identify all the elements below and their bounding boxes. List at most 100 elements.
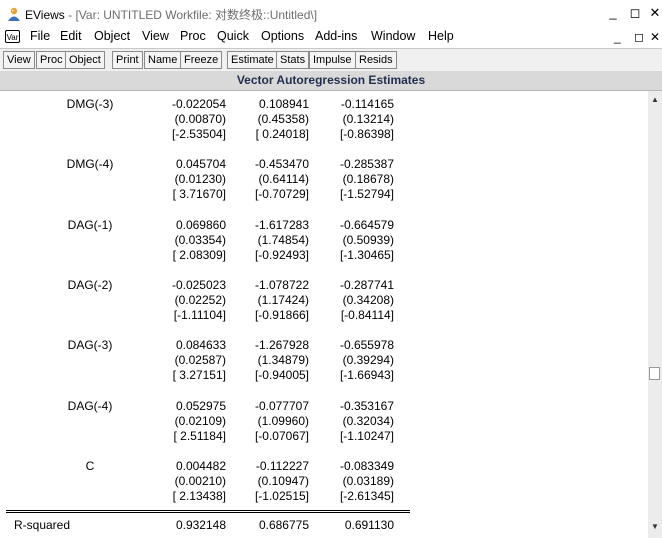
t-statistic: [-0.84114]: [340, 308, 394, 322]
standard-error: (0.02587): [174, 353, 226, 367]
minimize-button[interactable]: _: [604, 4, 622, 22]
standard-error: (0.39294): [342, 353, 394, 367]
stat-label-r-squared: R-squared: [14, 518, 71, 532]
menu-edit[interactable]: Edit: [60, 29, 82, 43]
title-bar: EViews - [Var: UNTITLED Workfile: 对数终极::…: [0, 0, 662, 28]
variable-name: DAG(-4): [67, 399, 113, 413]
table-row: DAG(-3) 0.084633 -1.267928 -0.655978 (0.…: [0, 338, 648, 398]
standard-error: (0.10947): [257, 474, 309, 488]
app-name: EViews: [25, 8, 65, 22]
t-statistic: [ 2.51184]: [173, 429, 227, 443]
standard-error: (1.17424): [257, 293, 309, 307]
coefficient: -0.664579: [339, 218, 394, 232]
toolbar-proc-button[interactable]: Proc: [36, 51, 67, 69]
t-statistic: [ 0.24018]: [255, 127, 309, 141]
toolbar-impulse-button[interactable]: Impulse: [309, 51, 356, 69]
menu-add-ins[interactable]: Add-ins: [315, 29, 357, 43]
coefficient: -0.285387: [339, 157, 394, 171]
variable-name: DAG(-1): [67, 218, 113, 232]
menu-view[interactable]: View: [142, 29, 169, 43]
coefficient: -1.617283: [254, 218, 309, 232]
coefficient: -1.078722: [254, 278, 309, 292]
standard-error: (0.18678): [342, 172, 394, 186]
variable-name: DAG(-2): [67, 278, 113, 292]
toolbar-estimate-button[interactable]: Estimate: [227, 51, 278, 69]
coefficient: -0.655978: [339, 338, 394, 352]
toolbar-freeze-button[interactable]: Freeze: [180, 51, 223, 69]
t-statistic: [-1.52794]: [339, 187, 394, 201]
standard-error: (0.02109): [174, 414, 226, 428]
coefficient: 0.084633: [175, 338, 226, 352]
t-statistic: [-0.91866]: [254, 308, 309, 322]
coefficient: -0.112227: [255, 459, 309, 473]
standard-error: (0.00210): [174, 474, 226, 488]
table-row: DMG(-3) -0.022054 0.108941 -0.114165 (0.…: [0, 97, 648, 157]
t-statistic: [-1.11104]: [173, 308, 226, 322]
toolbar-object-button[interactable]: Object: [65, 51, 105, 69]
output-title: Vector Autoregression Estimates: [236, 73, 426, 87]
table-row: DAG(-1) 0.069860 -1.617283 -0.664579 (0.…: [0, 218, 648, 278]
coefficient: 0.052975: [175, 399, 226, 413]
vertical-scrollbar[interactable]: ▲ ▼: [648, 91, 662, 538]
child-minimize-button[interactable]: _: [614, 30, 621, 44]
t-statistic: [-0.92493]: [254, 248, 309, 262]
table-separator: [6, 510, 410, 511]
scroll-down-arrow-icon[interactable]: ▼: [648, 520, 662, 534]
close-button[interactable]: ✕: [646, 4, 662, 22]
t-statistic: [-1.10247]: [339, 429, 394, 443]
menu-object[interactable]: Object: [94, 29, 130, 43]
scroll-up-arrow-icon[interactable]: ▲: [648, 93, 662, 107]
coefficient: -0.287741: [339, 278, 394, 292]
menu-file[interactable]: File: [30, 29, 50, 43]
coefficient: 0.045704: [175, 157, 226, 171]
standard-error: (0.03189): [342, 474, 394, 488]
child-restore-button[interactable]: ◻: [634, 30, 644, 44]
coefficient: 0.108941: [258, 97, 309, 111]
coefficient: -0.083349: [339, 459, 394, 473]
eviews-logo-icon: [8, 7, 20, 21]
standard-error: (0.01230): [174, 172, 226, 186]
menu-window[interactable]: Window: [371, 29, 415, 43]
t-statistic: [ 2.13438]: [172, 489, 226, 503]
menu-help[interactable]: Help: [428, 29, 454, 43]
t-statistic: [ 3.27151]: [172, 368, 226, 382]
t-statistic: [-0.07067]: [254, 429, 309, 443]
window-title-detail: - [Var: UNTITLED Workfile: 对数终极::Untitle…: [68, 8, 318, 22]
coefficient: -0.114165: [340, 97, 394, 111]
coefficient: -0.022054: [171, 97, 226, 111]
t-statistic: [ 3.71670]: [172, 187, 226, 201]
toolbar-resids-button[interactable]: Resids: [355, 51, 397, 69]
menu-quick[interactable]: Quick: [217, 29, 249, 43]
variable-name: C: [85, 459, 95, 473]
t-statistic: [ 2.08309]: [172, 248, 226, 262]
variable-name: DMG(-4): [66, 157, 114, 171]
standard-error: (0.32034): [342, 414, 394, 428]
scrollbar-thumb[interactable]: [649, 367, 660, 380]
standard-error: (0.00870): [174, 112, 226, 126]
restore-button[interactable]: ◻: [626, 4, 644, 22]
t-statistic: [-2.61345]: [339, 489, 394, 503]
table-row: DMG(-4) 0.045704 -0.453470 -0.285387 (0.…: [0, 157, 648, 217]
coefficient: -0.077707: [254, 399, 309, 413]
var-object-icon[interactable]: Var: [5, 30, 20, 43]
menu-options[interactable]: Options: [261, 29, 304, 43]
coefficient: -0.453470: [254, 157, 309, 171]
toolbar-view-button[interactable]: View: [3, 51, 35, 69]
t-statistic: [-1.30465]: [339, 248, 394, 262]
menu-proc[interactable]: Proc: [180, 29, 206, 43]
table-row: DAG(-2) -0.025023 -1.078722 -0.287741 (0…: [0, 278, 648, 338]
t-statistic: [-1.02515]: [254, 489, 309, 503]
coefficient: 0.004482: [175, 459, 226, 473]
t-statistic: [-0.70729]: [254, 187, 309, 201]
toolbar-name-button[interactable]: Name: [144, 51, 182, 69]
child-close-button[interactable]: ✕: [650, 30, 660, 44]
window-title: EViews - [Var: UNTITLED Workfile: 对数终极::…: [25, 6, 317, 23]
estimation-output[interactable]: DMG(-3) -0.022054 0.108941 -0.114165 (0.…: [0, 91, 648, 538]
toolbar-stats-button[interactable]: Stats: [276, 51, 310, 69]
table-separator: [6, 512, 410, 513]
standard-error: (0.45358): [257, 112, 309, 126]
t-statistic: [-0.86398]: [339, 127, 394, 141]
r-squared-value: 0.691130: [344, 518, 394, 532]
standard-error: (0.02252): [174, 293, 226, 307]
toolbar-print-button[interactable]: Print: [112, 51, 143, 69]
